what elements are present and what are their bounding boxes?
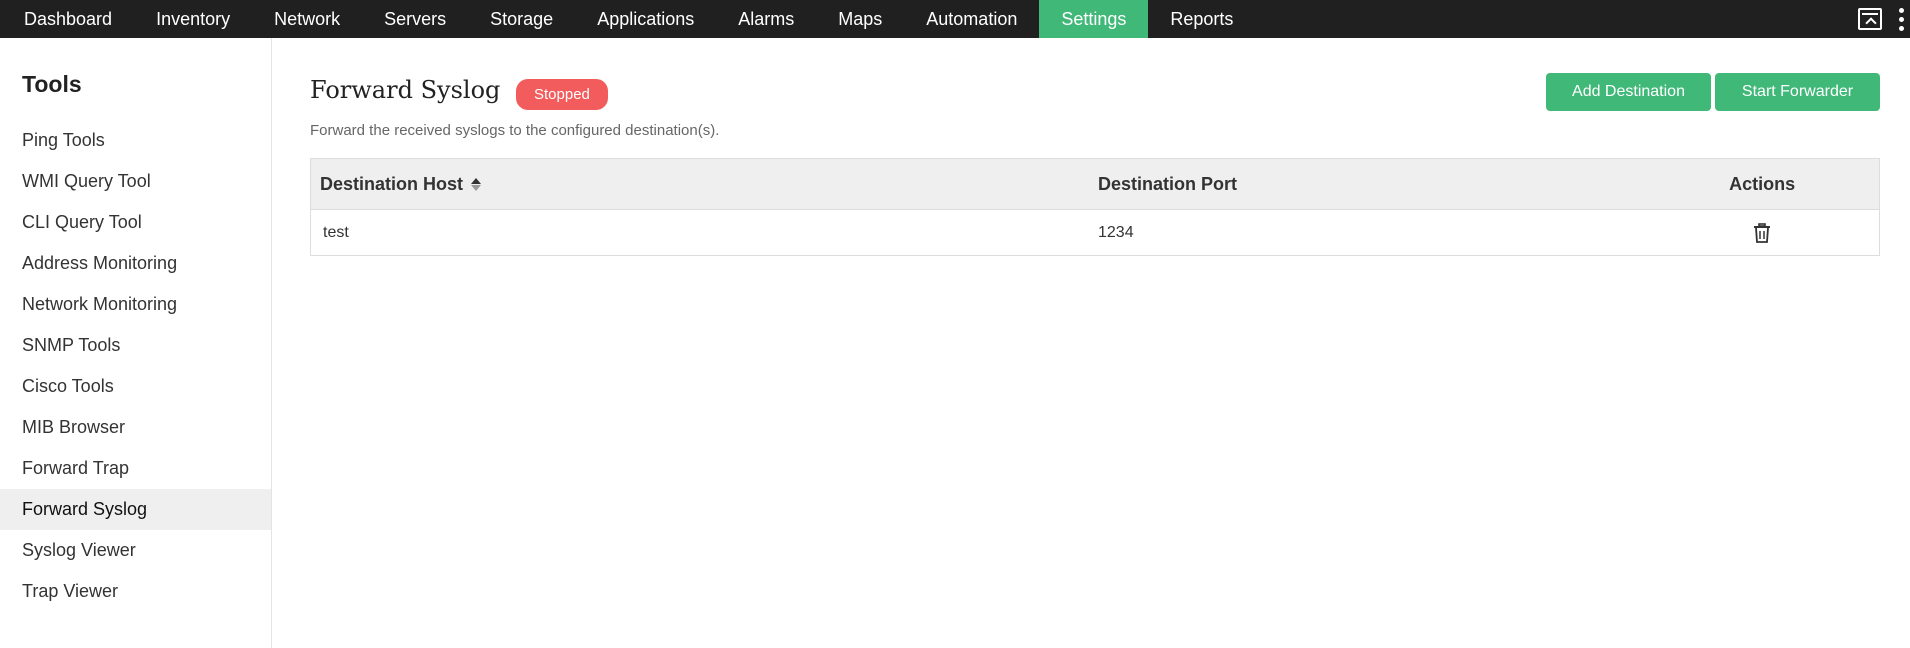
nav-item-alarms[interactable]: Alarms [716, 0, 816, 38]
cell-actions [1645, 210, 1879, 255]
nav-item-settings[interactable]: Settings [1039, 0, 1149, 38]
sidebar-item-network-monitoring[interactable]: Network Monitoring [0, 284, 271, 325]
sidebar-title: Tools [22, 71, 82, 97]
cell-destination-port: 1234 [1098, 223, 1134, 241]
column-header-label: Destination Host [320, 173, 464, 194]
nav-item-automation[interactable]: Automation [904, 0, 1039, 38]
sidebar-item-ping-tools[interactable]: Ping Tools [0, 120, 271, 161]
table-row: test 1234 [311, 210, 1879, 255]
sidebar-item-syslog-viewer[interactable]: Syslog Viewer [0, 530, 271, 571]
status-badge: Stopped [516, 79, 608, 110]
destinations-table: Destination Host Destination Port Action… [310, 158, 1880, 256]
nav-item-dashboard[interactable]: Dashboard [0, 0, 134, 38]
sidebar-item-trap-viewer[interactable]: Trap Viewer [0, 571, 271, 612]
column-header-destination-host[interactable]: Destination Host [311, 159, 1098, 209]
nav-item-network[interactable]: Network [252, 0, 362, 38]
sidebar-list: Ping Tools WMI Query Tool CLI Query Tool… [0, 120, 271, 612]
nav-item-reports[interactable]: Reports [1148, 0, 1255, 38]
sidebar-item-cli-query-tool[interactable]: CLI Query Tool [0, 202, 271, 243]
nav-item-maps[interactable]: Maps [816, 0, 904, 38]
nav-item-servers[interactable]: Servers [362, 0, 468, 38]
sidebar-item-mib-browser[interactable]: MIB Browser [0, 407, 271, 448]
column-header-label: Destination Port [1098, 173, 1238, 194]
trash-icon[interactable] [1753, 222, 1771, 243]
column-header-actions: Actions [1645, 159, 1879, 209]
nav-item-inventory[interactable]: Inventory [134, 0, 252, 38]
nav-item-storage[interactable]: Storage [468, 0, 575, 38]
column-header-destination-port: Destination Port [1098, 159, 1645, 209]
table-header: Destination Host Destination Port Action… [311, 159, 1879, 210]
sort-icon[interactable] [471, 177, 482, 191]
start-forwarder-button[interactable]: Start Forwarder [1715, 73, 1880, 111]
topbar-actions [1858, 0, 1910, 38]
sidebar-item-address-monitoring[interactable]: Address Monitoring [0, 243, 271, 284]
nav-item-applications[interactable]: Applications [575, 0, 716, 38]
sidebar-item-forward-trap[interactable]: Forward Trap [0, 448, 271, 489]
column-header-label: Actions [1729, 173, 1796, 194]
page-title: Forward Syslog [310, 76, 501, 104]
sidebar-item-cisco-tools[interactable]: Cisco Tools [0, 366, 271, 407]
sidebar-item-snmp-tools[interactable]: SNMP Tools [0, 325, 271, 366]
sidebar-item-wmi-query-tool[interactable]: WMI Query Tool [0, 161, 271, 202]
sidebar: Tools Ping Tools WMI Query Tool CLI Quer… [0, 38, 272, 648]
page-subtitle: Forward the received syslogs to the conf… [310, 122, 720, 139]
kebab-icon[interactable] [1894, 4, 1908, 34]
top-nav-bar: Dashboard Inventory Network Servers Stor… [0, 0, 1910, 38]
add-destination-button[interactable]: Add Destination [1546, 73, 1711, 111]
screen-icon[interactable] [1858, 8, 1882, 30]
cell-destination-host: test [323, 223, 349, 241]
sidebar-item-forward-syslog[interactable]: Forward Syslog [0, 489, 271, 530]
